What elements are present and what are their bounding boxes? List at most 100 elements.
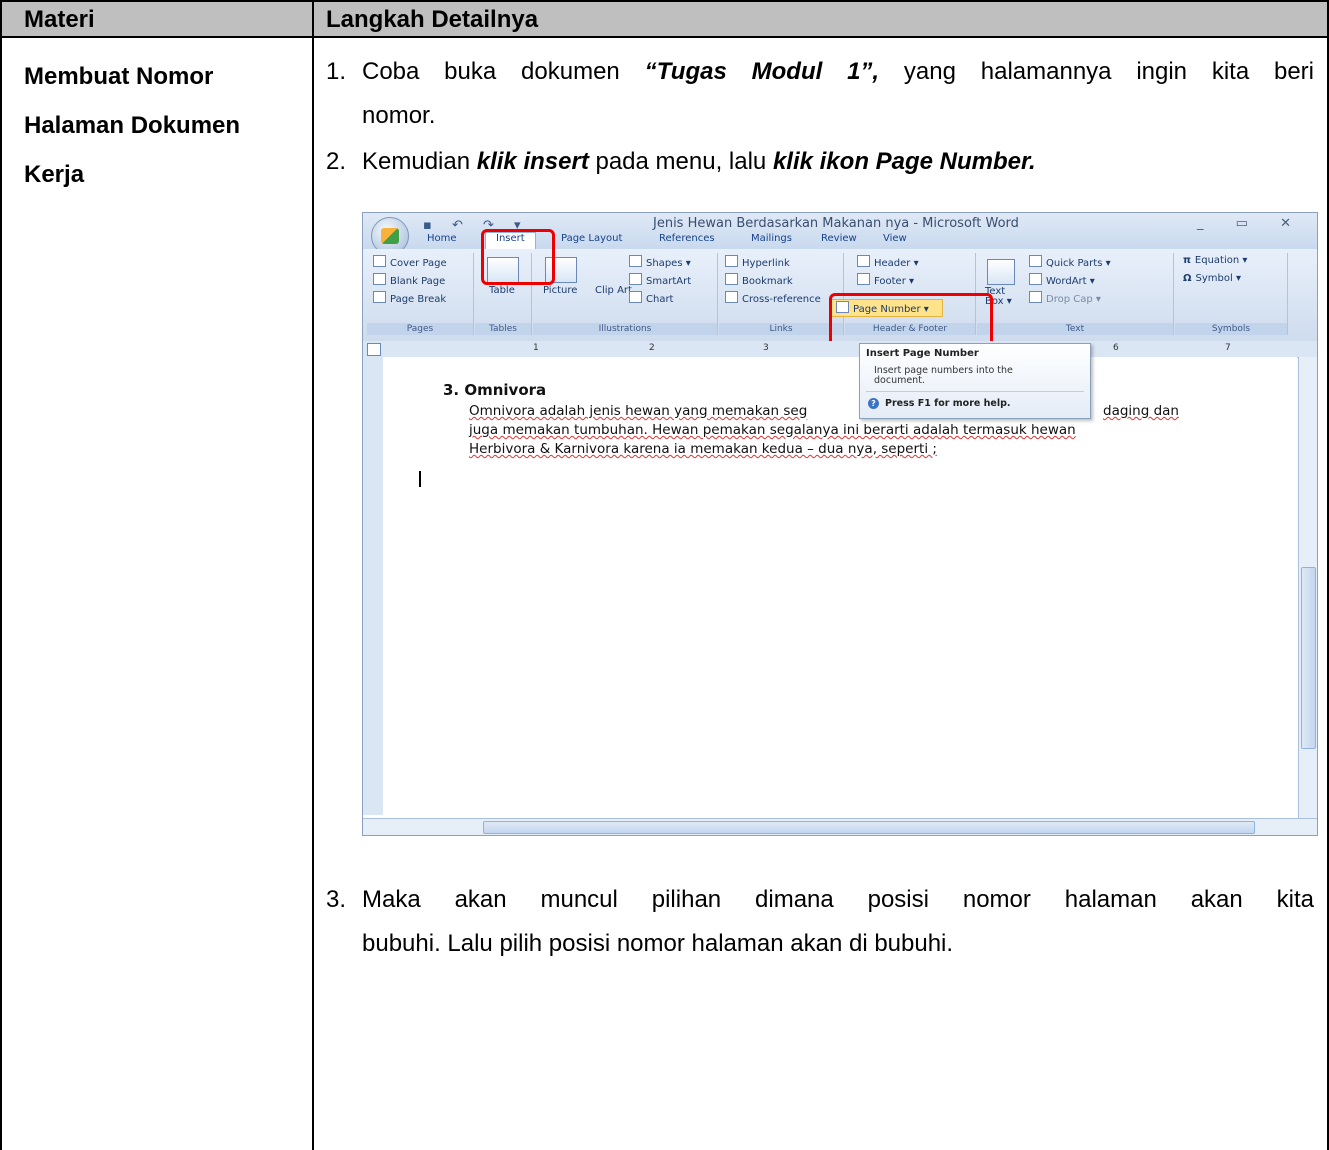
footer-button[interactable]: Footer ▾: [857, 273, 914, 287]
ruler-number: 1: [533, 343, 539, 353]
topic-line: Halaman Dokumen: [24, 112, 241, 139]
doc-heading: 3. Omnivora: [443, 381, 547, 399]
smartart-button[interactable]: SmartArt: [629, 273, 691, 287]
group-links: Hyperlink Bookmark Cross-reference Links: [719, 253, 844, 335]
cover-page-icon: [373, 255, 386, 267]
step-emphasis: “Tugas Modul 1”,: [644, 58, 880, 85]
hyperlink-button[interactable]: Hyperlink: [725, 255, 790, 269]
doc-line: Herbivora & Karnivora karena ia memakan …: [469, 441, 937, 457]
table-column-divider: [312, 0, 314, 1150]
doc-line: juga memakan tumbuhan. Hewan pemakan seg…: [469, 422, 1076, 438]
vertical-scroll-thumb[interactable]: [1301, 567, 1316, 749]
shapes-icon: [629, 255, 642, 267]
group-pages: Cover Page Blank Page Page Break Pages: [367, 253, 474, 335]
page-break-icon: [373, 291, 386, 303]
quick-parts-icon: [1029, 255, 1042, 267]
cross-reference-icon: [725, 291, 738, 303]
drop-cap-button[interactable]: Drop Cap ▾: [1029, 291, 1101, 305]
step-text: Coba buka dokumen: [362, 58, 645, 85]
group-label: Tables: [475, 323, 531, 335]
page-number-tooltip: Insert Page Number Insert page numbers i…: [859, 343, 1091, 419]
drop-cap-icon: [1029, 291, 1042, 303]
symbol-button[interactable]: Ω Symbol ▾: [1183, 273, 1241, 284]
clip-art-button[interactable]: Clip Art: [595, 285, 632, 296]
step-text-line: Kemudian klik insert pada menu, lalu kli…: [362, 140, 1314, 184]
step-text-line: Coba buka dokumen “Tugas Modul 1”, yang …: [362, 50, 1314, 94]
ruler-number: 7: [1225, 343, 1231, 353]
step-emphasis: klik insert: [476, 148, 589, 175]
vertical-ruler: [363, 357, 384, 815]
tab-references[interactable]: References: [659, 233, 715, 244]
horizontal-ruler: 1 2 3 6 7: [363, 341, 1317, 358]
page-break-button[interactable]: Page Break: [373, 291, 446, 305]
quick-parts-button[interactable]: Quick Parts ▾: [1029, 255, 1111, 269]
table-button[interactable]: Table: [489, 285, 515, 296]
step-text: pada menu, lalu: [588, 148, 773, 175]
document-table: Materi Langkah Detailnya Membuat Nomor H…: [0, 0, 1329, 1150]
text-box-icon: [987, 259, 1015, 285]
equation-button[interactable]: π Equation ▾: [1183, 255, 1247, 266]
tab-selector-icon[interactable]: [367, 343, 381, 356]
horizontal-scroll-thumb[interactable]: [483, 821, 1255, 834]
topic-line: Kerja: [24, 161, 85, 188]
tooltip-description: Insert page numbers into the document.: [874, 365, 1013, 386]
header-button[interactable]: Header ▾: [857, 255, 919, 269]
insert-tab-highlight: [481, 229, 555, 285]
footer-icon: [857, 273, 870, 285]
table-border-left: [0, 0, 2, 1150]
ruler-number: 3: [763, 343, 769, 353]
tooltip-divider: [866, 391, 1084, 392]
smartart-icon: [629, 273, 642, 285]
horizontal-scrollbar[interactable]: [363, 818, 1317, 835]
group-label: Links: [719, 323, 843, 335]
blank-page-icon: [373, 273, 386, 285]
blank-page-button[interactable]: Blank Page: [373, 273, 445, 287]
group-text: Text Box ▾ Quick Parts ▾ WordArt ▾ Drop …: [977, 253, 1174, 335]
cross-reference-button[interactable]: Cross-reference: [725, 291, 821, 305]
header-materi: Materi: [24, 6, 95, 33]
bookmark-button[interactable]: Bookmark: [725, 273, 793, 287]
window-title: Jenis Hewan Berdasarkan Makanan nya - Mi…: [653, 216, 1019, 231]
tooltip-title: Insert Page Number: [866, 348, 979, 359]
tab-home[interactable]: Home: [427, 233, 457, 244]
pi-icon: π: [1183, 255, 1191, 266]
step-2: 2. Kemudian klik insert pada menu, lalu …: [326, 140, 1314, 184]
group-illustrations: Picture Clip Art Shapes ▾ SmartArt Chart…: [533, 253, 718, 335]
tab-view[interactable]: View: [883, 233, 907, 244]
tab-review[interactable]: Review: [821, 233, 857, 244]
tab-page-layout[interactable]: Page Layout: [561, 233, 622, 244]
header-langkah: Langkah Detailnya: [326, 6, 539, 33]
shapes-button[interactable]: Shapes ▾: [629, 255, 691, 269]
step-text-line: bubuhi. Lalu pilih posisi nomor halaman …: [362, 930, 954, 957]
step-text-line: Maka akan muncul pilihan dimana posisi n…: [362, 886, 1314, 913]
step-number: 2.: [326, 148, 347, 175]
wordart-icon: [1029, 273, 1042, 285]
office-logo-icon: [381, 228, 399, 244]
group-label: Symbols: [1175, 323, 1287, 335]
picture-button[interactable]: Picture: [543, 285, 577, 296]
tooltip-help: ? Press F1 for more help.: [868, 398, 1011, 409]
window-controls[interactable]: _ ▭ ✕: [1197, 216, 1305, 231]
text-cursor: [419, 471, 421, 487]
ruler-number: 2: [649, 343, 655, 353]
omega-icon: Ω: [1183, 273, 1192, 284]
step-emphasis: klik ikon Page Number.: [772, 148, 1036, 175]
group-label: Pages: [367, 323, 473, 335]
word-screenshot: ▪ ↶ ↷ ▾ Jenis Hewan Berdasarkan Makanan …: [362, 212, 1318, 836]
header-icon: [857, 255, 870, 267]
cover-page-button[interactable]: Cover Page: [373, 255, 447, 269]
step-text: yang halamannya ingin kita beri: [879, 58, 1315, 85]
tab-mailings[interactable]: Mailings: [751, 233, 792, 244]
chart-icon: [629, 291, 642, 303]
group-label: Illustrations: [533, 323, 717, 335]
doc-line: daging dan: [1103, 403, 1179, 419]
step-number: 3.: [326, 886, 347, 913]
doc-line: Omnivora adalah jenis hewan yang memakan…: [469, 403, 808, 419]
step-text-line: nomor.: [362, 102, 436, 129]
hyperlink-icon: [725, 255, 738, 267]
wordart-button[interactable]: WordArt ▾: [1029, 273, 1095, 287]
chart-button[interactable]: Chart: [629, 291, 673, 305]
topic-line: Membuat Nomor: [24, 63, 214, 90]
vertical-scrollbar[interactable]: [1298, 357, 1317, 819]
group-symbols: π Equation ▾ Ω Symbol ▾ Symbols: [1175, 253, 1288, 335]
